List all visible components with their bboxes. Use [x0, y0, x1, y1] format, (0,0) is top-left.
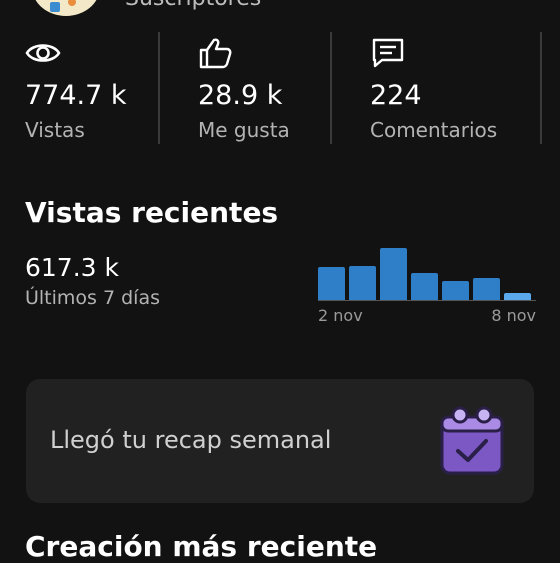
chart-bar — [380, 248, 407, 300]
stat-views[interactable]: 774.7 k Vistas — [25, 32, 150, 147]
views-label: Vistas — [25, 118, 85, 142]
chart-baseline — [318, 300, 536, 301]
stat-likes[interactable]: 28.9 k Me gusta — [198, 32, 323, 147]
chart-x-label-start: 2 nov — [318, 306, 363, 325]
calendar-check-icon — [434, 403, 510, 479]
subscribers-label: Suscriptores — [125, 0, 261, 11]
recent-views-period: Últimos 7 días — [25, 287, 160, 309]
recent-views-chart: 2 nov 8 nov — [318, 240, 536, 330]
divider — [158, 32, 160, 144]
eye-icon — [25, 36, 61, 70]
chart-bar — [442, 281, 469, 300]
views-value: 774.7 k — [25, 80, 127, 111]
chart-x-label-end: 8 nov — [491, 306, 536, 325]
weekly-recap-card[interactable]: Llegó tu recap semanal — [26, 379, 534, 503]
divider — [330, 32, 332, 144]
divider — [540, 32, 542, 144]
channel-header: Suscriptores — [0, 0, 560, 20]
chart-bar — [411, 273, 438, 300]
recap-text: Llegó tu recap semanal — [50, 426, 332, 454]
channel-avatar[interactable] — [32, 0, 100, 16]
comments-value: 224 — [370, 80, 422, 111]
likes-label: Me gusta — [198, 118, 290, 142]
chart-bar — [318, 267, 345, 300]
likes-value: 28.9 k — [198, 80, 283, 111]
stats-row: 774.7 k Vistas 28.9 k Me gusta 224 Comen… — [0, 32, 560, 147]
recent-views-title: Vistas recientes — [25, 196, 279, 229]
thumbs-up-icon — [198, 36, 234, 70]
chart-bar — [349, 266, 376, 300]
latest-creation-title: Creación más reciente — [25, 530, 378, 563]
comment-icon — [370, 36, 406, 70]
chart-bar — [473, 278, 500, 300]
comments-label: Comentarios — [370, 118, 498, 142]
recent-views-value: 617.3 k — [25, 253, 119, 282]
chart-bar — [504, 293, 531, 300]
stat-comments[interactable]: 224 Comentarios — [370, 32, 520, 147]
